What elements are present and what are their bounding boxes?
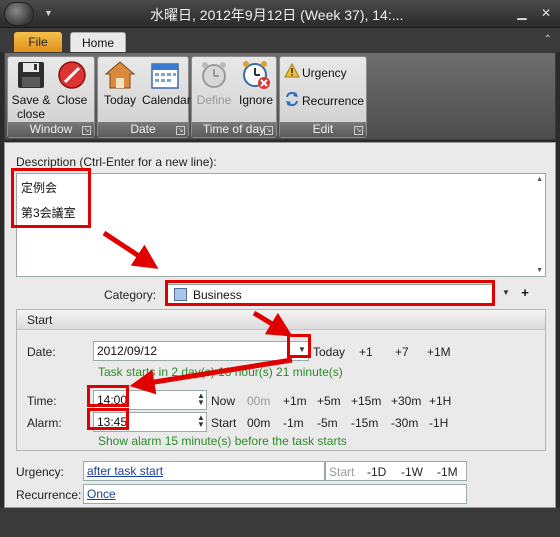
annotation-arrow-to-time	[129, 357, 293, 395]
annotation-arrow-to-category	[102, 230, 159, 269]
annotation-arrows	[102, 230, 293, 395]
annotation-arrow-to-dropdown	[252, 310, 293, 337]
